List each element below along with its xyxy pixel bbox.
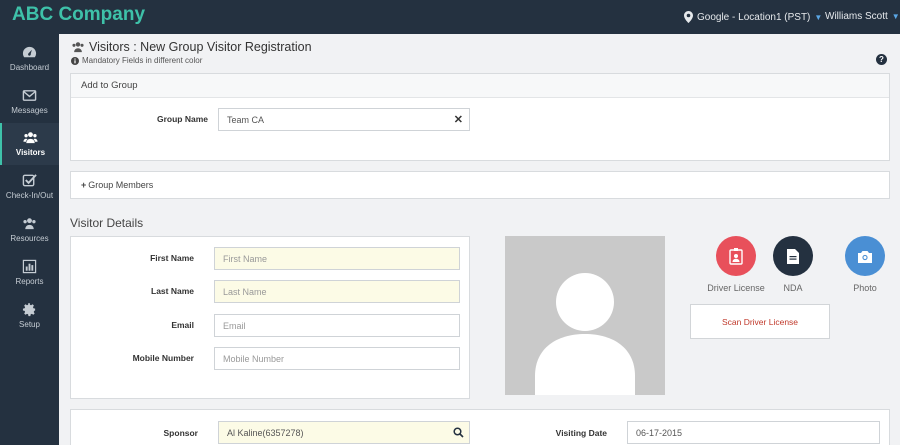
mobile-number-label: Mobile Number [132, 353, 194, 363]
mobile-number-placeholder: Mobile Number [223, 354, 285, 364]
sidebar-item-label: Visitors [15, 148, 46, 157]
map-pin-icon [684, 11, 693, 23]
sidebar-item-label: Check-In/Out [5, 191, 54, 200]
plus-icon: + [81, 180, 87, 190]
search-icon[interactable] [453, 427, 464, 438]
top-bar: ABC Company Google - Location1 (PST) ▼ W… [0, 0, 900, 34]
sidebar-item-label: Setup [19, 320, 40, 329]
sidebar-item-check-in-out[interactable]: Check-In/Out [0, 166, 59, 208]
driver-license-label: Driver License [707, 283, 765, 293]
driver-license-button[interactable] [716, 236, 756, 276]
group-members-title: Group Members [88, 180, 154, 190]
location-selector[interactable]: Google - Location1 (PST) ▼ [684, 11, 822, 23]
checkbox-icon [22, 174, 37, 187]
page-subtitle: Mandatory Fields in different color [71, 56, 202, 65]
sidebar-item-reports[interactable]: Reports [0, 252, 59, 294]
chevron-down-icon: ▼ [814, 12, 823, 22]
add-to-group-panel: Add to Group Group Name Team CA ✕ [70, 73, 890, 161]
id-badge-icon [729, 248, 743, 265]
sponsor-label: Sponsor [163, 428, 198, 438]
dashboard-icon [22, 46, 37, 58]
visit-info-panel: Sponsor Al Kaline(6357278) Visiting Date… [70, 409, 890, 445]
first-name-label: First Name [150, 253, 194, 263]
sponsor-value: Al Kaline(6357278) [227, 428, 304, 438]
sidebar-item-label: Reports [15, 277, 44, 286]
last-name-label: Last Name [151, 286, 194, 296]
sidebar-item-messages[interactable]: Messages [0, 81, 59, 123]
visiting-date-field[interactable]: 06-17-2015 [627, 421, 880, 444]
sidebar-item-setup[interactable]: Setup [0, 295, 59, 337]
users-icon [72, 42, 84, 53]
chevron-down-icon: ▼ [891, 12, 900, 21]
gear-icon [22, 302, 36, 317]
sidebar: Dashboard Messages Visitors Check-In/Out… [0, 34, 59, 445]
sidebar-item-label: Messages [11, 106, 48, 115]
first-name-field[interactable]: First Name [214, 247, 460, 270]
email-field[interactable]: Email [214, 314, 460, 337]
group-members-panel[interactable]: + Group Members [70, 171, 890, 199]
envelope-icon [22, 90, 37, 101]
sidebar-item-label: Resources [10, 234, 49, 243]
visiting-date-label: Visiting Date [555, 428, 607, 438]
bar-chart-icon [22, 259, 37, 274]
nda-button[interactable] [773, 236, 813, 276]
sidebar-item-dashboard[interactable]: Dashboard [0, 38, 59, 80]
page-title: Visitors : New Group Visitor Registratio… [71, 40, 312, 54]
email-placeholder: Email [223, 321, 246, 331]
photo-button[interactable] [845, 236, 885, 276]
last-name-field[interactable]: Last Name [214, 280, 460, 303]
first-name-placeholder: First Name [223, 254, 268, 264]
users-icon [23, 132, 38, 144]
last-name-placeholder: Last Name [223, 287, 267, 297]
close-icon[interactable]: ✕ [454, 113, 463, 126]
sidebar-item-resources[interactable]: Resources [0, 209, 59, 251]
group-name-input[interactable]: Team CA ✕ [218, 108, 470, 131]
page-subtitle-text: Mandatory Fields in different color [82, 56, 203, 65]
visiting-date-value: 06-17-2015 [636, 428, 683, 438]
photo-label: Photo [853, 283, 877, 293]
panel-title: Add to Group [71, 74, 889, 98]
sidebar-item-label: Dashboard [9, 63, 50, 72]
help-icon[interactable]: ? [876, 54, 887, 65]
camera-icon [858, 250, 872, 263]
mobile-number-field[interactable]: Mobile Number [214, 347, 460, 370]
brand-logo[interactable]: ABC Company [12, 4, 145, 26]
nda-label: NDA [783, 283, 803, 293]
location-label: Google - Location1 (PST) [697, 11, 811, 23]
info-icon [71, 56, 79, 65]
user-name: Williams Scott [825, 11, 888, 22]
group-name-value: Team CA [227, 115, 265, 125]
visitor-photo [505, 236, 665, 395]
main-content: Visitors : New Group Visitor Registratio… [59, 34, 900, 445]
avatar-placeholder-icon [535, 273, 635, 395]
page-title-text: Visitors : New Group Visitor Registratio… [89, 40, 312, 54]
email-label: Email [171, 320, 194, 330]
users-icon [23, 218, 36, 230]
group-name-label: Group Name [156, 114, 208, 124]
visitor-details-panel: First Name First Name Last Name Last Nam… [70, 236, 470, 399]
document-icon [787, 248, 799, 264]
scan-driver-license-button[interactable]: Scan Driver License [690, 304, 830, 339]
sidebar-item-visitors[interactable]: Visitors [0, 123, 59, 165]
user-menu[interactable]: Williams Scott ▼ [825, 11, 900, 22]
visitor-details-title: Visitor Details [70, 216, 144, 230]
sponsor-input[interactable]: Al Kaline(6357278) [218, 421, 470, 444]
